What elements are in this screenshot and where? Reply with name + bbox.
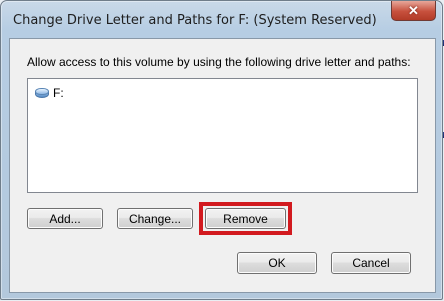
close-button[interactable]: ✕	[391, 1, 436, 21]
list-item-label: F:	[53, 86, 64, 100]
change-drive-letter-dialog: Change Drive Letter and Paths for F: (Sy…	[0, 0, 443, 300]
instruction-text: Allow access to this volume by using the…	[27, 55, 411, 69]
dialog-client-area: Allow access to this volume by using the…	[9, 38, 436, 293]
cancel-button[interactable]: Cancel	[331, 252, 411, 274]
ok-button[interactable]: OK	[237, 252, 317, 274]
drive-paths-list[interactable]: F:	[27, 78, 418, 193]
add-button[interactable]: Add...	[27, 208, 103, 229]
drive-icon	[35, 88, 49, 98]
close-icon: ✕	[408, 2, 419, 18]
list-item[interactable]: F:	[35, 85, 64, 101]
change-button[interactable]: Change...	[117, 208, 193, 229]
dialog-title: Change Drive Letter and Paths for F: (Sy…	[13, 13, 377, 28]
remove-button[interactable]: Remove	[205, 208, 286, 229]
